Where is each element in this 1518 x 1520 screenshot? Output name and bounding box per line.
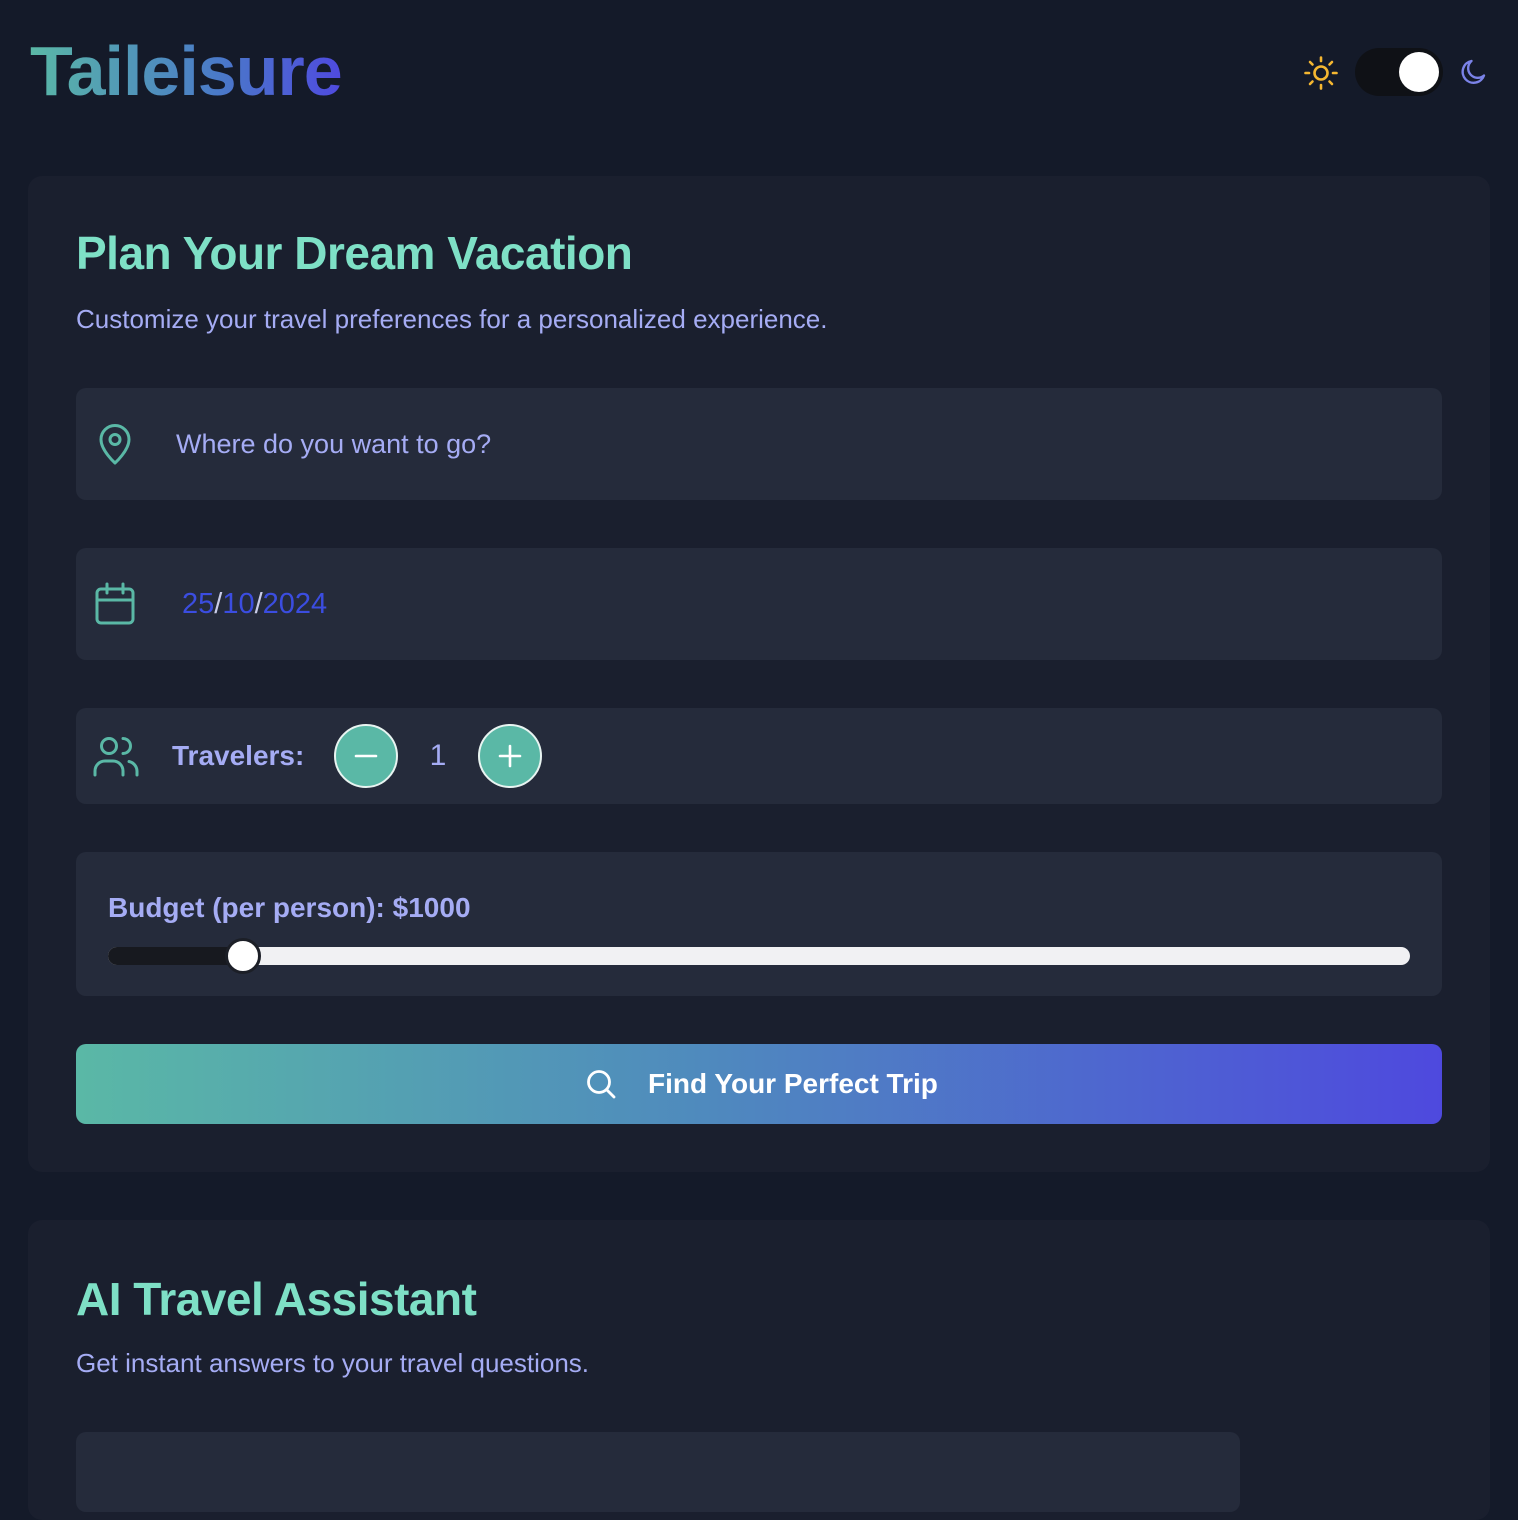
search-icon: [587, 1070, 616, 1099]
budget-slider-thumb[interactable]: [225, 938, 262, 974]
destination-field[interactable]: [76, 388, 1442, 500]
decrease-travelers-button[interactable]: [334, 724, 398, 788]
travelers-field: Travelers: 1: [76, 708, 1442, 804]
budget-slider-track[interactable]: [108, 947, 1410, 965]
trip-planner-card: Plan Your Dream Vacation Customize your …: [28, 176, 1490, 1172]
theme-switch[interactable]: [1355, 48, 1443, 96]
calendar-icon: [95, 582, 135, 625]
date-separator: /: [254, 588, 263, 620]
theme-toggle[interactable]: [1303, 48, 1493, 96]
increase-travelers-button[interactable]: [478, 724, 542, 788]
sun-icon[interactable]: [1303, 55, 1339, 91]
assistant-subtitle: Get instant answers to your travel quest…: [76, 1348, 590, 1378]
budget-field: Budget (per person): $1000: [76, 852, 1442, 996]
plus-icon: [498, 744, 522, 768]
find-trip-content: Find Your Perfect Trip: [584, 1064, 938, 1104]
users-icon: [93, 737, 139, 777]
assistant-chat-box[interactable]: [76, 1432, 1240, 1512]
theme-switch-knob[interactable]: [1399, 52, 1439, 92]
date-field[interactable]: 25/10/2024: [76, 548, 1442, 660]
date-input[interactable]: 25/10/2024: [182, 584, 327, 624]
app-logo[interactable]: Taileisure: [30, 30, 343, 112]
map-pin-icon: [99, 424, 131, 465]
ai-assistant-card: AI Travel Assistant Get instant answers …: [28, 1220, 1490, 1520]
travelers-count: 1: [429, 739, 447, 772]
date-month[interactable]: 10: [222, 588, 254, 620]
budget-label: Budget (per person): $1000: [108, 892, 471, 923]
find-trip-label: Find Your Perfect Trip: [648, 1068, 938, 1099]
find-trip-button[interactable]: Find Your Perfect Trip: [76, 1044, 1442, 1124]
app-header: Taileisure: [0, 0, 1518, 150]
assistant-title: AI Travel Assistant: [76, 1273, 477, 1325]
planner-title: Plan Your Dream Vacation: [76, 227, 633, 279]
destination-input[interactable]: [176, 418, 1416, 470]
date-day[interactable]: 25: [182, 588, 214, 620]
budget-slider-fill: [108, 947, 244, 965]
minus-icon: [354, 754, 378, 758]
travelers-label: Travelers:: [172, 740, 305, 771]
date-year[interactable]: 2024: [263, 588, 328, 620]
planner-subtitle: Customize your travel preferences for a …: [76, 304, 828, 334]
moon-icon[interactable]: [1458, 56, 1490, 88]
